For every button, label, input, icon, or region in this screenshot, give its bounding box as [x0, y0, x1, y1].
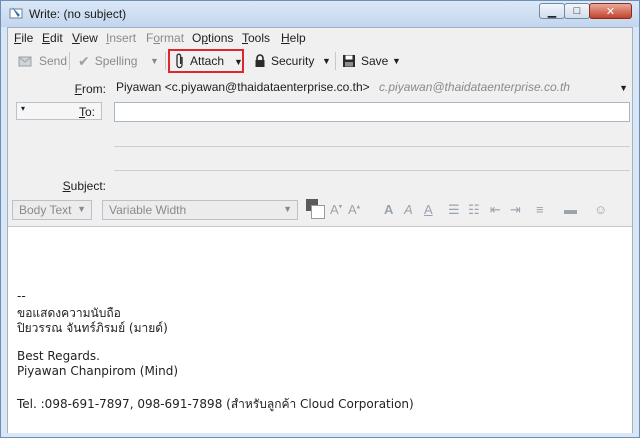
attach-button[interactable]: Attach — [170, 51, 224, 71]
dropdown-arrow-icon: ▼ — [234, 57, 243, 67]
address-headers: From: Piyawan <c.piyawan@thaidataenterpr… — [8, 74, 632, 194]
underline-icon[interactable]: A — [424, 202, 433, 217]
menu-bar: File Edit View Insert Format Options Too… — [8, 28, 632, 48]
from-select[interactable]: Piyawan <c.piyawan@thaidataenterprise.co… — [116, 80, 630, 98]
attach-label: Attach — [190, 54, 225, 68]
background-color-icon[interactable] — [311, 205, 325, 219]
font-value: Variable Width — [109, 203, 187, 217]
to-input[interactable] — [114, 102, 630, 122]
compose-frame: File Edit View Insert Format Options Too… — [7, 27, 633, 433]
close-icon: ✕ — [605, 5, 616, 18]
signature-separator: -- — [17, 289, 26, 303]
smaller-font-icon[interactable]: A▾ — [330, 202, 342, 217]
save-dropdown[interactable]: ▼ — [388, 50, 405, 72]
close-button[interactable]: ✕ — [589, 3, 632, 19]
security-label: Security — [271, 54, 315, 68]
signature-line: Piyawan Chanpirom (Mind) — [17, 364, 179, 378]
dropdown-arrow-icon: ▼ — [283, 204, 292, 214]
spelling-button[interactable]: ✔ Spelling — [74, 50, 141, 72]
toolbar-separator — [335, 52, 336, 70]
bold-icon[interactable]: A — [384, 202, 393, 217]
title-bar: Write: (no subject) ▁ □ ✕ — [1, 1, 639, 27]
subject-label: Subject: — [62, 179, 106, 193]
window-title: Write: (no subject) — [29, 7, 127, 21]
spelling-label: Spelling — [94, 54, 138, 68]
floppy-disk-icon — [343, 55, 355, 67]
paperclip-icon — [176, 53, 183, 69]
larger-font-icon[interactable]: A▴ — [348, 202, 360, 217]
indent-icon[interactable]: ⇥ — [510, 202, 521, 218]
from-hint: c.piyawan@thaidataenterprise.co.th — [379, 80, 570, 94]
menu-help[interactable]: Help — [281, 31, 306, 45]
toolbar-separator — [165, 52, 166, 70]
dropdown-arrow-icon: ▼ — [150, 56, 159, 66]
numbered-list-icon[interactable]: ☷ — [468, 202, 480, 218]
align-icon[interactable]: ≡ — [536, 202, 544, 217]
recipient-row-divider — [114, 146, 630, 147]
minimize-icon: ▁ — [547, 5, 557, 18]
paragraph-style-select[interactable]: Body Text ▼ — [12, 200, 92, 220]
italic-icon[interactable]: A — [404, 202, 413, 217]
send-label: Send — [39, 54, 68, 68]
menu-format[interactable]: Format — [146, 31, 184, 45]
lock-icon — [255, 54, 265, 67]
bullet-list-icon[interactable]: ☰ — [448, 202, 460, 218]
menu-edit[interactable]: Edit — [42, 31, 63, 45]
save-button[interactable]: Save — [338, 50, 392, 72]
minimize-button[interactable]: ▁ — [539, 3, 565, 19]
dropdown-arrow-icon: ▼ — [619, 83, 628, 93]
dropdown-arrow-icon: ▼ — [77, 204, 86, 214]
menu-options[interactable]: Options — [192, 31, 233, 45]
maximize-button[interactable]: □ — [564, 3, 590, 19]
security-button[interactable]: Security — [250, 50, 318, 72]
format-toolbar: Body Text ▼ Variable Width ▼ A▾ A▴ A A A… — [8, 196, 632, 224]
insert-icon[interactable]: ▬ — [564, 202, 577, 217]
signature-line: ปิยวรรณ จันทร์ภิรมย์ (มายด์) — [17, 321, 168, 335]
recipient-type-select[interactable]: ▾ To: — [16, 102, 102, 120]
menu-tools[interactable]: Tools — [242, 31, 270, 45]
security-dropdown[interactable]: ▼ — [318, 50, 335, 72]
send-button[interactable]: Send — [14, 50, 71, 72]
toolbar-separator — [69, 52, 70, 70]
recipient-row-divider — [114, 170, 630, 171]
compose-window: Write: (no subject) ▁ □ ✕ File Edit View… — [0, 0, 640, 438]
font-select[interactable]: Variable Width ▼ — [102, 200, 298, 220]
save-label: Save — [361, 54, 389, 68]
send-icon — [18, 56, 32, 67]
menu-insert[interactable]: Insert — [106, 31, 136, 45]
dropdown-arrow-icon: ▾ — [21, 104, 26, 113]
from-label: From: — [74, 82, 106, 96]
outdent-icon[interactable]: ⇤ — [490, 202, 501, 218]
compose-toolbar: Send ✔ Spelling ▼ Attach ▼ Security ▼ Sa… — [8, 48, 632, 74]
attach-dropdown[interactable]: ▼ — [234, 54, 243, 68]
maximize-icon: □ — [573, 5, 581, 17]
from-value: Piyawan <c.piyawan@thaidataenterprise.co… — [116, 80, 370, 94]
signature-phone: Tel. :098-691-7897, 098-691-7898 (สำหรับ… — [17, 397, 414, 411]
spelling-dropdown[interactable]: ▼ — [146, 50, 163, 72]
spelling-check-icon: ✔ — [78, 52, 90, 69]
menu-view[interactable]: View — [72, 31, 98, 45]
menu-file[interactable]: File — [14, 31, 33, 45]
to-label: To: — [78, 105, 95, 119]
subject-input[interactable] — [114, 177, 630, 195]
attach-highlight-box: Attach ▼ — [168, 49, 244, 73]
paragraph-style-value: Body Text — [19, 203, 72, 217]
app-icon — [9, 7, 23, 19]
dropdown-arrow-icon: ▼ — [322, 56, 331, 66]
smiley-icon[interactable]: ☺ — [594, 202, 607, 217]
dropdown-arrow-icon: ▼ — [392, 56, 401, 66]
message-body[interactable]: -- ขอแสดงความนับถือ ปิยวรรณ จันทร์ภิรมย์… — [8, 226, 632, 433]
signature-line: Best Regards. — [17, 349, 100, 363]
